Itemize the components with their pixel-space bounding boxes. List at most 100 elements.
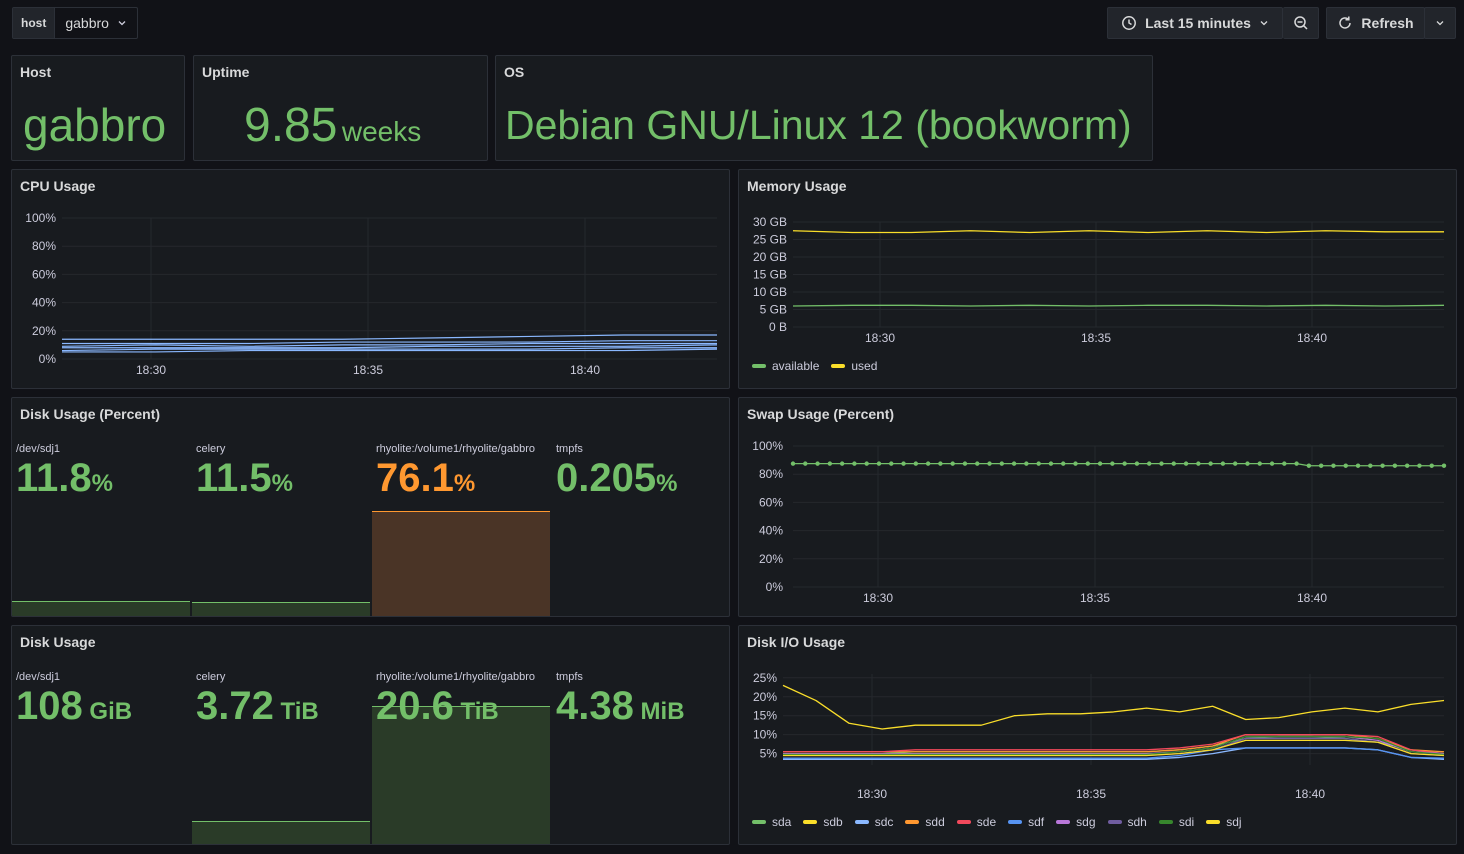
gauge-0: /dev/sdj1 11.8% (12, 398, 192, 616)
data-point (1024, 461, 1029, 466)
data-point (1269, 461, 1275, 466)
data-point (889, 461, 894, 466)
legend-item-sdj[interactable]: sdj (1206, 815, 1242, 829)
disk-percent-gauges: /dev/sdj1 11.8% celery 11.5% rhyolite:/volum… (12, 398, 729, 616)
uptime-value-wrap: 9.85 weeks (244, 98, 421, 153)
host-value: gabbro (23, 99, 167, 151)
legend-swatch (752, 820, 766, 824)
gauge-value: 11.8% (16, 456, 113, 501)
gauge-bar (192, 601, 370, 616)
gauge-value: 76.1% (376, 456, 475, 501)
legend-label: sdj (1226, 815, 1242, 829)
legend-item-sdh[interactable]: sdh (1107, 815, 1147, 829)
gauge-unit: % (271, 470, 293, 497)
gauge-label: rhyolite:/volume1/rhyolite/gabbro (376, 443, 535, 455)
x-tick-label: 18:30 (857, 787, 887, 801)
y-tick-label: 20% (32, 324, 56, 338)
legend-item-available[interactable]: available (752, 359, 819, 373)
data-point (1404, 463, 1410, 468)
data-point (1036, 461, 1041, 466)
refresh-interval-dropdown[interactable] (1424, 7, 1456, 39)
data-point (1392, 463, 1398, 468)
x-tick-label: 18:35 (1076, 787, 1106, 801)
gauge-value: 11.5% (196, 456, 293, 501)
gauge-value: 0.205% (556, 456, 677, 501)
y-tick-label: 40% (32, 296, 56, 310)
gauge-number: 11.8 (16, 456, 92, 500)
host-stat-panel: Host gabbro (11, 55, 185, 161)
memory-legend: available used (752, 359, 877, 373)
legend-item-sdg[interactable]: sdg (1056, 815, 1096, 829)
time-range-picker[interactable]: Last 15 minutes (1107, 7, 1283, 39)
gauge-unit: TiB (453, 698, 499, 725)
legend-item-sda[interactable]: sda (752, 815, 791, 829)
gauge-number: 3.72 (196, 684, 274, 728)
data-point (1011, 461, 1017, 466)
y-tick-label: 15% (753, 709, 777, 723)
data-point (987, 461, 992, 466)
data-point (815, 461, 820, 466)
refresh-button[interactable]: Refresh (1326, 7, 1425, 39)
data-point (1380, 463, 1385, 468)
variable-value[interactable]: gabbro (55, 8, 137, 38)
gauge-unit: TiB (273, 698, 319, 725)
zoom-out-button[interactable] (1283, 7, 1319, 39)
legend-label: available (772, 359, 820, 373)
legend-swatch (1008, 820, 1023, 824)
data-point (975, 461, 980, 466)
data-point (1208, 461, 1213, 466)
memory-usage-chart: 0 B 5 GB 10 GB 15 GB 20 GB 25 GB 30 GB 18:30 18:… (753, 215, 1445, 345)
y-tick-label: 20% (753, 690, 777, 704)
y-tick-label: 100% (25, 211, 56, 225)
uptime-stat-panel: Uptime 9.85 weeks (193, 55, 488, 161)
data-point (1232, 461, 1238, 466)
gauge-label: /dev/sdj1 (16, 443, 61, 455)
data-point (1294, 461, 1299, 466)
refresh-icon (1339, 16, 1352, 29)
series-line-sde (783, 734, 1445, 755)
legend-swatch (803, 820, 818, 824)
legend-item-sdi[interactable]: sdi (1158, 815, 1194, 829)
legend-label: sdc (874, 815, 894, 829)
gauge-number: 0.205 (556, 456, 657, 500)
x-tick-label: 18:35 (1081, 331, 1111, 345)
y-tick-label: 5% (760, 747, 778, 761)
host-variable-picker[interactable]: host gabbro (12, 7, 138, 39)
legend-item-sdd[interactable]: sdd (905, 815, 945, 829)
legend-item-sdb[interactable]: sdb (803, 815, 843, 829)
legend-item-used[interactable]: used (831, 359, 877, 373)
gauge-bar (12, 601, 190, 616)
gauge-number: 4.38 (556, 684, 634, 728)
legend-item-sde[interactable]: sde (956, 815, 996, 829)
gauge-value: 3.72 TiB (196, 684, 319, 729)
cpu-usage-panel: CPU Usage 0% 20% 40% 60% 80% 100% 18:30 18:35 18… (11, 169, 730, 389)
legend-label: sdh (1127, 815, 1147, 829)
data-point (1306, 463, 1312, 468)
chevron-down-icon (1436, 21, 1444, 26)
gauge-unit: GiB (82, 698, 133, 725)
uptime-unit: weeks (341, 116, 422, 147)
data-point (790, 461, 796, 466)
x-tick-label: 18:35 (1080, 591, 1110, 605)
gauge-number: 11.5 (196, 456, 272, 500)
gauge-label: tmpfs (556, 671, 583, 683)
legend-item-sdc[interactable]: sdc (854, 815, 894, 829)
swap-usage-panel: Swap Usage (Percent) 0% 20% 40% 60% 80% 100% 1… (738, 397, 1457, 617)
disk-usage-gauges: /dev/sdj1 108 GiB celery 3.72 TiB rhyolite:/… (12, 626, 729, 844)
gauge-value: 20.6 TiB (376, 684, 499, 729)
legend-item-sdf[interactable]: sdf (1008, 815, 1044, 829)
gauge-label: /dev/sdj1 (16, 671, 61, 683)
y-tick-label: 10% (753, 728, 777, 742)
data-point (1171, 461, 1176, 466)
uptime-value: 9.85 (244, 99, 338, 152)
panel-title: Uptime (202, 64, 250, 80)
gauge-unit: % (91, 470, 113, 497)
data-point (852, 461, 857, 466)
refresh-label: Refresh (1361, 15, 1414, 31)
data-point (1073, 461, 1078, 466)
gauge-number: 76.1 (376, 456, 454, 500)
data-point (1159, 461, 1164, 466)
data-point (950, 461, 955, 466)
legend-swatch (1056, 820, 1071, 824)
disk-io-usage-panel: Disk I/O Usage 5% 10% 15% 20% 25% 18:30 18:35 1… (738, 625, 1457, 845)
